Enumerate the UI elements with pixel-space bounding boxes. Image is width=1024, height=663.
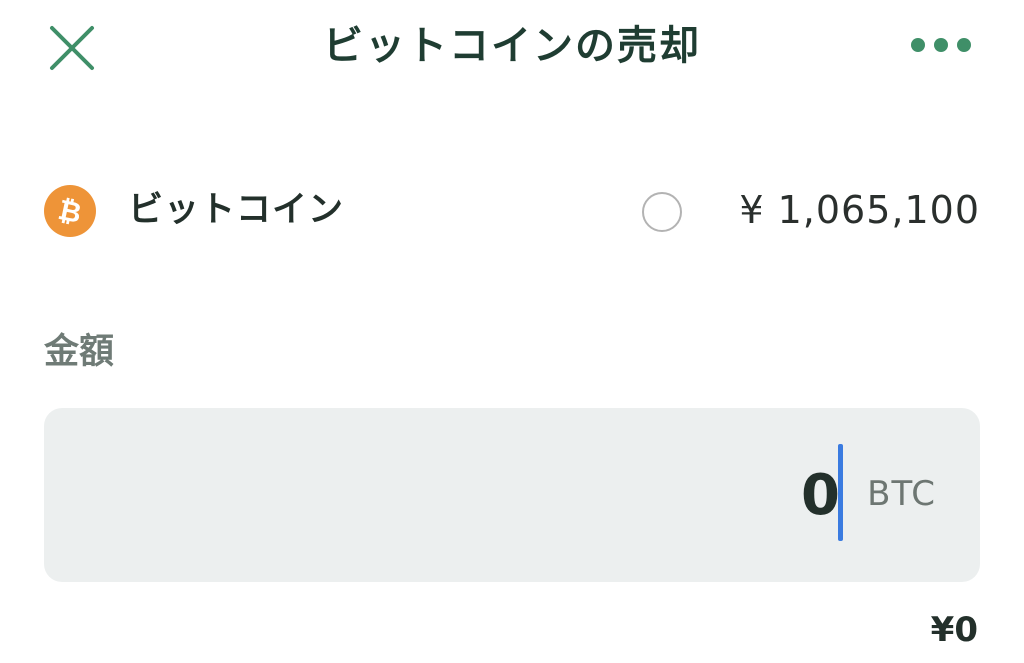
header-bar: ビットコインの売却	[0, 0, 1024, 100]
more-horizontal-icon	[911, 38, 971, 52]
text-caret	[838, 444, 843, 541]
page-title: ビットコインの売却	[323, 23, 701, 69]
amount-unit: BTC	[867, 474, 936, 514]
amount-input-value[interactable]: 0	[801, 460, 840, 532]
jpy-equivalent-value: ¥0	[930, 610, 978, 650]
amount-input-field[interactable]: 0 BTC	[44, 408, 980, 582]
bitcoin-icon: ₿	[44, 185, 96, 237]
amount-label: 金額	[44, 332, 115, 372]
asset-price: ¥ 1,065,100	[739, 188, 980, 232]
more-options-button[interactable]	[910, 34, 972, 56]
asset-select-radio[interactable]	[642, 192, 682, 232]
asset-name: ビットコイン	[128, 190, 345, 230]
asset-row-bitcoin[interactable]: ₿ ビットコイン ¥ 1,065,100	[44, 178, 980, 244]
